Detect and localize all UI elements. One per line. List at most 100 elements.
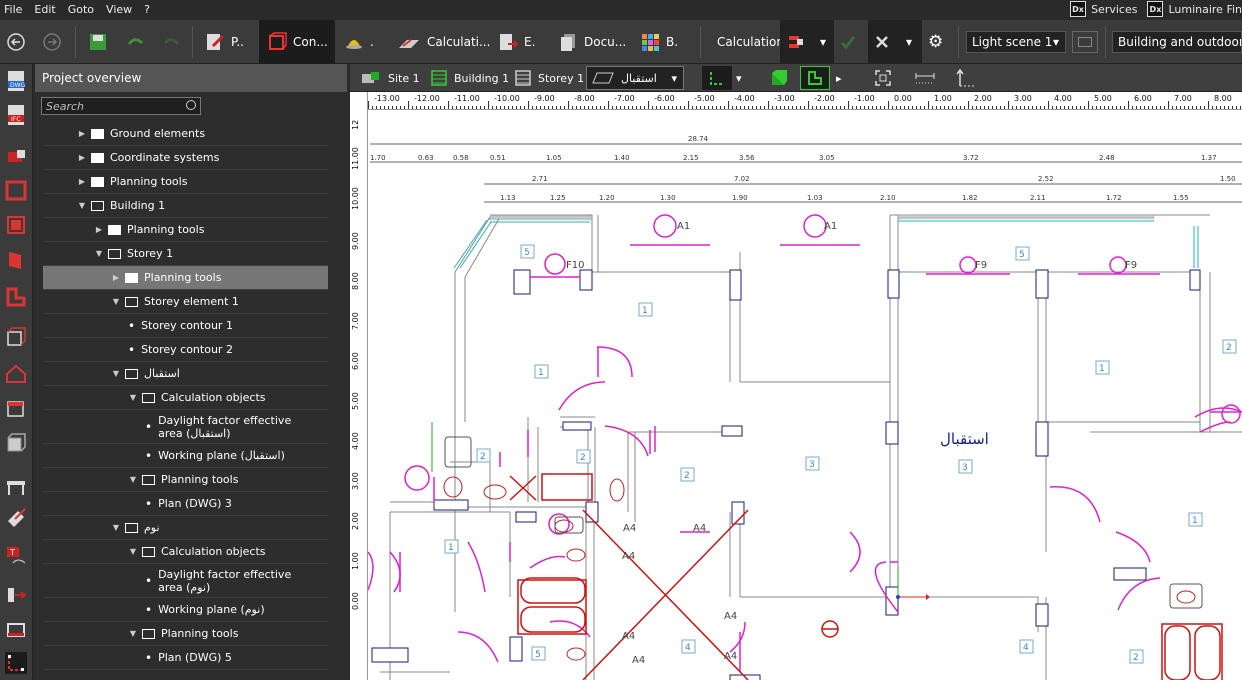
expand-right-icon[interactable]: ▶ (77, 177, 87, 186)
dimension-label: 1.37 (1201, 154, 1217, 162)
tree-item[interactable]: ▶ Ground elements (43, 122, 328, 146)
expand-down-icon[interactable]: ▼ (128, 547, 138, 556)
expand-right-icon[interactable]: ▶ (111, 273, 121, 282)
undo-button[interactable] (125, 20, 145, 64)
expand-right-icon[interactable]: ▶ (77, 129, 87, 138)
tree-item-label: Calculation objects (161, 545, 266, 558)
tab-calculation[interactable]: Calculati... (397, 20, 490, 64)
floor-plan-icon (808, 71, 822, 85)
expand-right-icon[interactable]: ▶ (94, 225, 104, 234)
floor-tool-icon[interactable] (5, 286, 27, 308)
menu-view[interactable]: View (102, 3, 140, 16)
breadcrumb-storey[interactable]: Storey 1 (514, 64, 584, 92)
3d-view-button[interactable] (770, 64, 788, 92)
scene-select[interactable]: Building and outdoor pla... (1112, 20, 1242, 64)
tree-item[interactable]: ▼ نوم (43, 516, 328, 540)
light-scene-select[interactable]: Light scene 1 ▾ (966, 20, 1066, 64)
storey-cube-icon[interactable] (5, 326, 27, 348)
zoom-fit-button[interactable] (874, 64, 892, 92)
tab-construction[interactable]: Con... (259, 20, 335, 64)
expand-down-icon[interactable]: ▼ (111, 523, 121, 532)
save-button[interactable] (88, 20, 108, 64)
redo-button[interactable] (162, 20, 182, 64)
tab-export[interactable]: E. (498, 20, 535, 64)
tab-light[interactable]: . (344, 20, 374, 64)
table-furniture-icon[interactable] (5, 476, 27, 498)
expand-down-icon[interactable]: ▼ (94, 249, 104, 258)
material-tool-icon[interactable] (5, 507, 27, 529)
tree-item[interactable]: ▼ Storey element 1 (43, 290, 328, 314)
measure-button[interactable] (914, 64, 936, 92)
menu-edit[interactable]: Edit (30, 3, 63, 16)
tree-item-label: استقبال (144, 367, 180, 380)
window-tool-icon[interactable] (5, 214, 27, 236)
storey-contour-icon[interactable] (5, 652, 27, 674)
calculation-dropdown[interactable]: ▾ (812, 20, 834, 64)
tree-item[interactable]: ▼ Planning tools (43, 622, 328, 646)
tree-item[interactable]: ▶ Planning tools (43, 170, 328, 194)
tree-item[interactable]: • Storey contour 2 (43, 338, 328, 362)
view-more-button[interactable]: ▸ (836, 64, 842, 92)
dimension-tool-icon[interactable] (5, 584, 27, 606)
tree-item[interactable]: • Plan (DWG) 5 (43, 646, 328, 670)
tree-item[interactable]: • Working plane (استقبال) (43, 444, 328, 468)
room-tool-icon[interactable] (5, 146, 27, 168)
breadcrumb-building[interactable]: Building 1 (430, 64, 509, 92)
calculation-start-button[interactable] (780, 20, 812, 64)
ruler-tick-label: 6.00 (1134, 94, 1152, 103)
frame-tool-icon[interactable] (5, 619, 27, 641)
tree-item[interactable]: • Daylight factor effective area (نوم) (43, 564, 328, 598)
tab-bim[interactable]: B. (640, 20, 678, 64)
tree-item[interactable]: ▼ Calculation objects (43, 540, 328, 564)
roof-tool-icon[interactable] (5, 362, 27, 384)
light-scene-edit-button[interactable] (1072, 20, 1098, 64)
expand-down-icon[interactable]: ▼ (111, 369, 121, 378)
tree-item[interactable]: • Daylight factor effective area (استقبال… (43, 410, 328, 444)
services-button[interactable]: Dx Services (1070, 1, 1137, 17)
tab-project[interactable]: P.. (205, 20, 244, 64)
luminaire-finder-button[interactable]: Dx Luminaire Fin (1147, 1, 1242, 17)
plan-view-dropdown[interactable]: ▾ (736, 64, 742, 92)
back-button[interactable] (6, 20, 26, 64)
menu-file[interactable]: File (0, 3, 30, 16)
room-select[interactable]: استقبال ▾ (586, 66, 684, 90)
tree-item[interactable]: ▼ Planning tools (43, 468, 328, 492)
ceiling-tool-icon[interactable] (5, 397, 27, 419)
coordinate-button[interactable] (956, 64, 976, 92)
breadcrumb-site[interactable]: Site 1 (360, 64, 420, 92)
tree-item[interactable]: • Plan (DWG) 3 (43, 492, 328, 516)
calculation-cancel-button[interactable] (868, 20, 896, 64)
tree-item[interactable]: • Working plane (نوم) (43, 598, 328, 622)
expand-down-icon[interactable]: ▼ (128, 475, 138, 484)
door-tool-icon[interactable] (5, 249, 27, 271)
tree-item[interactable]: ▼ Calculation objects (43, 386, 328, 410)
text-tool-icon[interactable]: T (5, 545, 27, 567)
plan-view-button[interactable] (702, 66, 732, 90)
tab-documentation[interactable]: Docu... (558, 20, 626, 64)
expand-down-icon[interactable]: ▼ (111, 297, 121, 306)
settings-button[interactable]: ⚙ (928, 20, 943, 64)
calculation-ok-button[interactable] (840, 20, 856, 64)
ifc-import-icon[interactable]: IFC (5, 104, 27, 126)
floor-plan-button[interactable] (800, 66, 830, 90)
search-input[interactable]: Search (41, 97, 201, 115)
expand-right-icon[interactable]: ▶ (77, 153, 87, 162)
expand-down-icon[interactable]: ▼ (128, 393, 138, 402)
tree-item[interactable]: ▼ Building 1 (43, 194, 328, 218)
tree-item[interactable]: ▼ استقبال (43, 362, 328, 386)
cancel-dropdown[interactable]: ▾ (896, 20, 922, 64)
tree-item[interactable]: ▼ Storey 1 (43, 242, 328, 266)
expand-down-icon[interactable]: ▼ (128, 629, 138, 638)
tree-item[interactable]: ▶ Planning tools (43, 266, 328, 290)
box-tool-icon[interactable] (5, 432, 27, 454)
tree-item[interactable]: ▶ Coordinate systems (43, 146, 328, 170)
tree-item[interactable]: • Storey contour 1 (43, 314, 328, 338)
forward-button[interactable] (42, 20, 62, 64)
cad-canvas[interactable]: استقبال 28.74 1.70 0.63 0.58 0.51 1.05 1.40 2.1… (350, 92, 1242, 680)
wall-tool-icon[interactable] (5, 179, 27, 201)
dwg-import-icon[interactable]: DWG (5, 70, 27, 92)
menu-help[interactable]: ? (140, 3, 158, 16)
tree-item[interactable]: ▶ Planning tools (43, 218, 328, 242)
expand-down-icon[interactable]: ▼ (77, 201, 87, 210)
menu-goto[interactable]: Goto (64, 3, 102, 16)
